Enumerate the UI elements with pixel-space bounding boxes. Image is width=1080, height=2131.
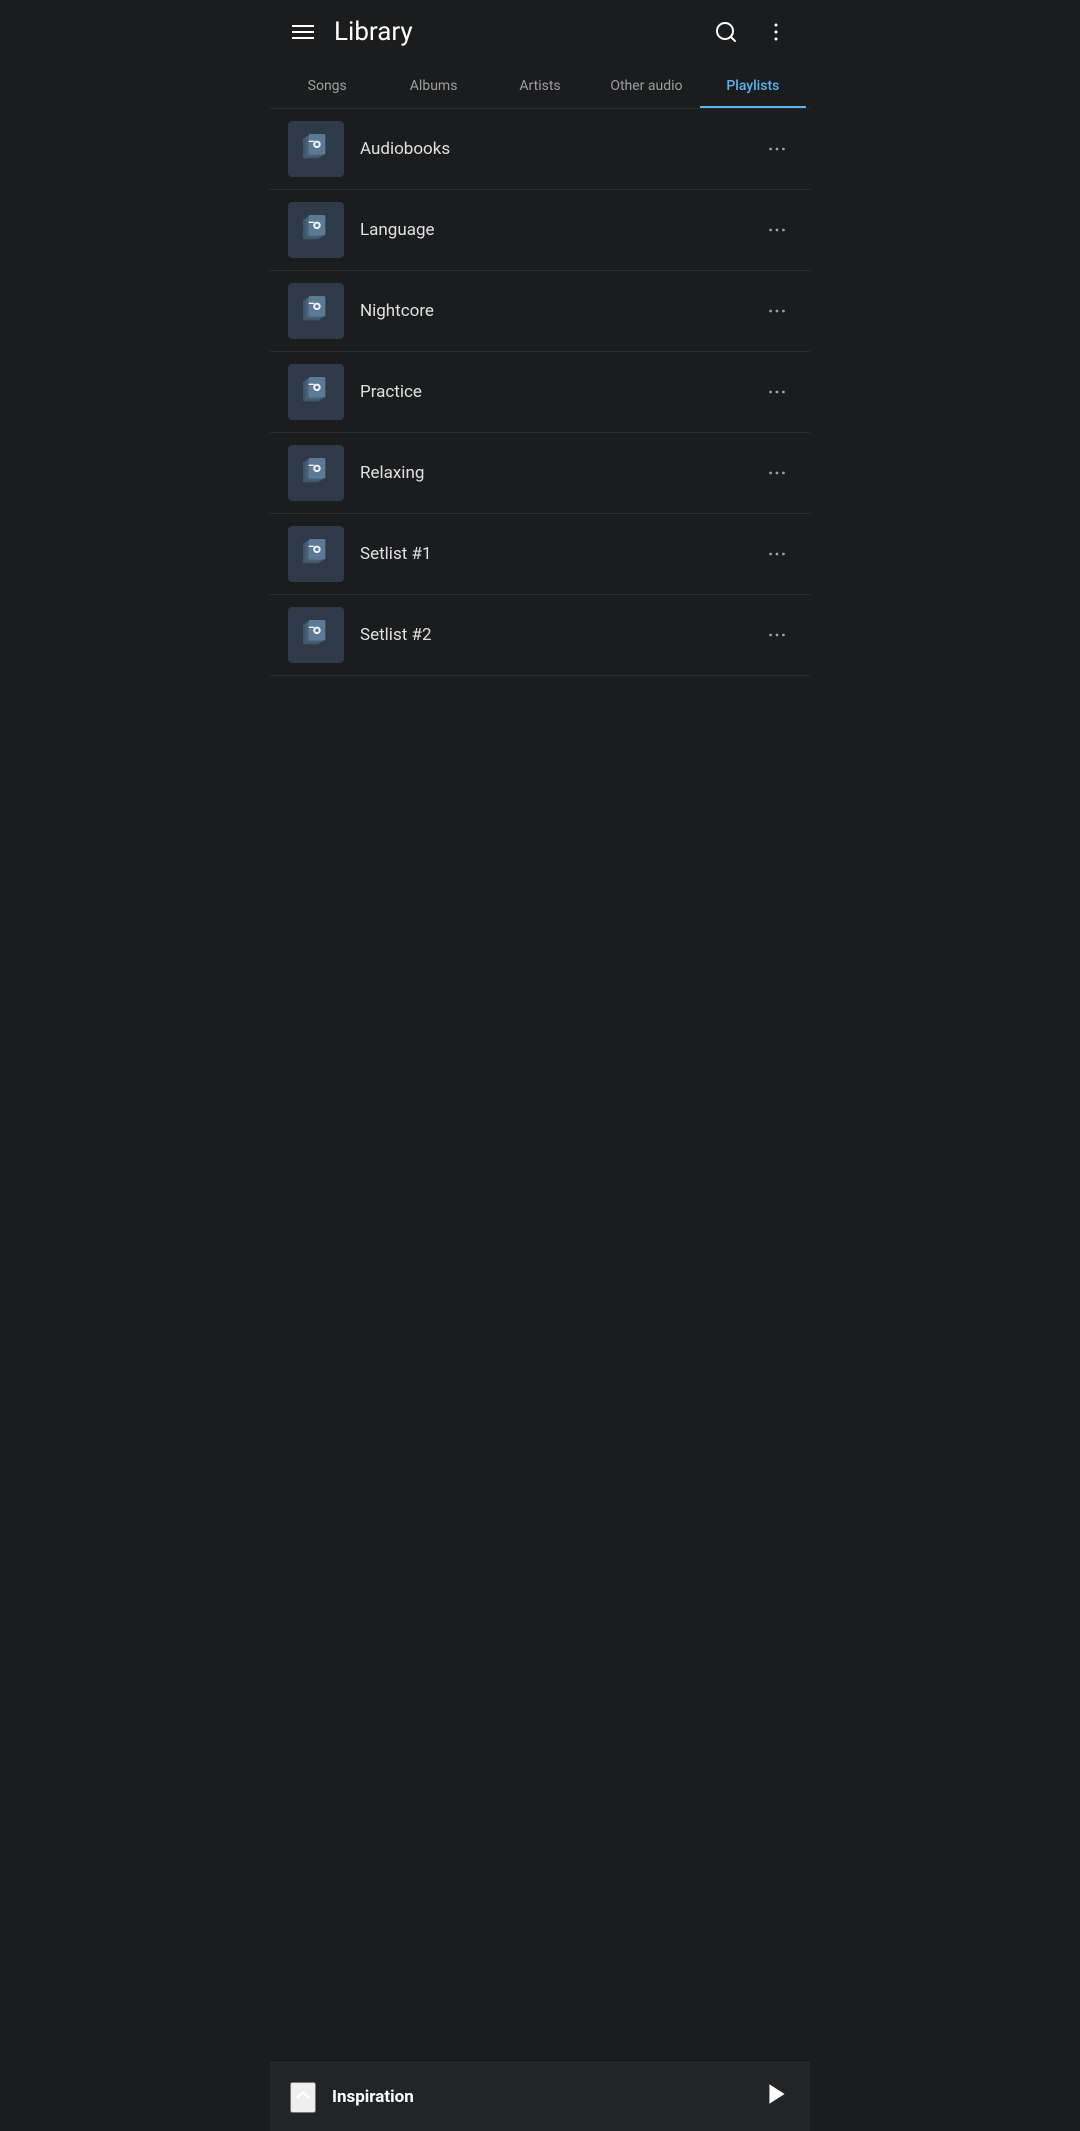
dots-icon: [766, 381, 788, 403]
playlist-more-button[interactable]: [762, 616, 792, 654]
playlist-name: Relaxing: [360, 463, 762, 483]
overflow-menu-button[interactable]: [760, 16, 792, 48]
playlist-thumbnail: [288, 202, 344, 258]
playlist-more-button[interactable]: [762, 535, 792, 573]
tab-artists[interactable]: Artists: [487, 64, 593, 108]
expand-button[interactable]: [290, 2082, 316, 2113]
playlist-icon: [301, 215, 331, 245]
search-icon: [714, 20, 738, 44]
hamburger-icon: [292, 25, 314, 39]
playlist-icon: [301, 134, 331, 164]
menu-button[interactable]: [288, 21, 318, 43]
dots-icon: [766, 138, 788, 160]
now-playing-title: Inspiration: [332, 2087, 764, 2107]
playlist-icon: [301, 377, 331, 407]
playlist-list: Audiobooks Language: [270, 109, 810, 676]
playlist-thumbnail: [288, 283, 344, 339]
list-item[interactable]: Setlist #2: [270, 595, 810, 676]
header-actions: [710, 16, 792, 48]
vertical-dots-icon: [764, 20, 788, 44]
tabs-bar: Songs Albums Artists Other audio Playlis…: [270, 64, 810, 109]
playlist-more-button[interactable]: [762, 373, 792, 411]
playlist-name: Audiobooks: [360, 139, 762, 159]
playlist-thumbnail: [288, 526, 344, 582]
list-item[interactable]: Nightcore: [270, 271, 810, 352]
dots-icon: [766, 543, 788, 565]
list-item[interactable]: Audiobooks: [270, 109, 810, 190]
play-button[interactable]: [764, 2081, 790, 2113]
playlist-name: Setlist #1: [360, 544, 762, 564]
playlist-icon: [301, 296, 331, 326]
playlist-thumbnail: [288, 607, 344, 663]
dots-icon: [766, 462, 788, 484]
list-item[interactable]: Relaxing: [270, 433, 810, 514]
playlist-icon: [301, 458, 331, 488]
playlist-more-button[interactable]: [762, 130, 792, 168]
playlist-icon: [301, 539, 331, 569]
playlist-thumbnail: [288, 445, 344, 501]
dots-icon: [766, 219, 788, 241]
dots-icon: [766, 300, 788, 322]
search-button[interactable]: [710, 16, 742, 48]
dots-icon: [766, 624, 788, 646]
tab-other-audio[interactable]: Other audio: [593, 64, 699, 108]
chevron-up-icon: [292, 2084, 314, 2106]
playlist-more-button[interactable]: [762, 454, 792, 492]
playlist-name: Language: [360, 220, 762, 240]
now-playing-bar[interactable]: Inspiration: [270, 2062, 810, 2131]
playlist-name: Setlist #2: [360, 625, 762, 645]
tab-songs[interactable]: Songs: [274, 64, 380, 108]
tab-playlists[interactable]: Playlists: [700, 64, 806, 108]
playlist-icon: [301, 620, 331, 650]
playlist-more-button[interactable]: [762, 211, 792, 249]
page-title: Library: [334, 17, 710, 47]
list-item[interactable]: Setlist #1: [270, 514, 810, 595]
playlist-name: Nightcore: [360, 301, 762, 321]
play-icon: [764, 2081, 790, 2107]
playlist-name: Practice: [360, 382, 762, 402]
list-item[interactable]: Practice: [270, 352, 810, 433]
playlist-more-button[interactable]: [762, 292, 792, 330]
playlist-thumbnail: [288, 121, 344, 177]
playlist-thumbnail: [288, 364, 344, 420]
list-item[interactable]: Language: [270, 190, 810, 271]
tab-albums[interactable]: Albums: [380, 64, 486, 108]
app-header: Library: [270, 0, 810, 64]
